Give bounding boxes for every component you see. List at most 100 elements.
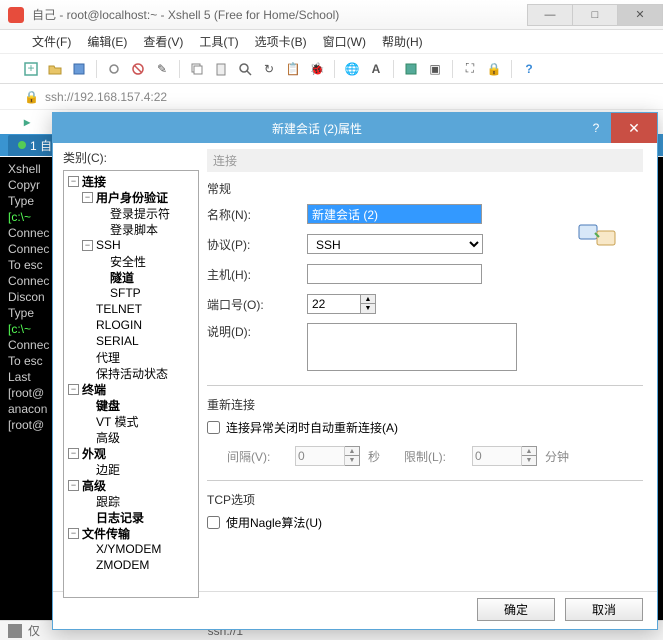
status-dot-icon <box>18 141 26 149</box>
interval-input <box>295 446 345 466</box>
spin-up-icon[interactable]: ▲ <box>361 295 375 304</box>
tree-node[interactable]: 代理 <box>64 349 198 365</box>
tree-node[interactable]: −连接 <box>64 173 198 189</box>
name-input[interactable] <box>307 204 482 224</box>
history-icon[interactable]: ↻ <box>258 58 280 80</box>
main-titlebar: 自己 - root@localhost:~ - Xshell 5 (Free f… <box>0 0 663 30</box>
tree-node[interactable]: 隧道 <box>64 269 198 285</box>
menu-view[interactable]: 查看(V) <box>135 33 191 50</box>
port-label: 端口号(O): <box>207 296 307 313</box>
protocol-label: 协议(P): <box>207 236 307 253</box>
tree-node[interactable]: 登录脚本 <box>64 221 198 237</box>
tree-node-label: 登录提示符 <box>110 205 170 222</box>
address-bar[interactable]: 🔒 ssh://192.168.157.4:22 <box>0 84 663 110</box>
tree-node[interactable]: 键盘 <box>64 397 198 413</box>
description-textarea[interactable] <box>307 323 517 371</box>
fullscreen-icon[interactable]: ⛶ <box>459 58 481 80</box>
limit-input <box>472 446 522 466</box>
clipboard-icon[interactable]: 📋 <box>282 58 304 80</box>
tree-node[interactable]: RLOGIN <box>64 317 198 333</box>
interval-label: 间隔(V): <box>227 448 287 465</box>
port-spinner[interactable]: ▲▼ <box>361 294 376 314</box>
tree-toggle-icon[interactable]: − <box>68 480 79 491</box>
tree-toggle-icon[interactable]: − <box>82 192 93 203</box>
tree-node[interactable]: 登录提示符 <box>64 205 198 221</box>
spin-down-icon[interactable]: ▼ <box>361 304 375 313</box>
reconnect-group-label: 重新连接 <box>207 396 643 413</box>
pencil-icon[interactable]: ✎ <box>151 58 173 80</box>
lock-icon[interactable]: 🔒 <box>483 58 505 80</box>
save-icon[interactable] <box>68 58 90 80</box>
script-icon[interactable]: 🐞 <box>306 58 328 80</box>
tree-toggle-icon[interactable]: − <box>82 240 93 251</box>
color-icon[interactable] <box>400 58 422 80</box>
port-input[interactable] <box>307 294 361 314</box>
add-tab-icon[interactable]: ▸ <box>24 115 30 129</box>
tree-node[interactable]: SFTP <box>64 285 198 301</box>
tree-node[interactable]: −高级 <box>64 477 198 493</box>
tree-node[interactable]: TELNET <box>64 301 198 317</box>
tree-node[interactable]: −用户身份验证 <box>64 189 198 205</box>
tree-node[interactable]: 高级 <box>64 429 198 445</box>
dialog-close-button[interactable]: ✕ <box>611 113 657 143</box>
close-button[interactable]: ✕ <box>617 4 663 26</box>
dialog-help-button[interactable]: ? <box>581 113 611 143</box>
tree-toggle-icon[interactable]: − <box>68 448 79 459</box>
font-icon[interactable]: A <box>365 58 387 80</box>
menu-tabs[interactable]: 选项卡(B) <box>247 33 315 50</box>
maximize-button[interactable]: □ <box>572 4 618 26</box>
desc-label: 说明(D): <box>207 323 307 340</box>
tree-node[interactable]: −外观 <box>64 445 198 461</box>
new-session-icon[interactable]: + <box>20 58 42 80</box>
tree-node-label: 用户身份验证 <box>96 189 168 206</box>
tree-node-label: 键盘 <box>96 397 120 414</box>
cancel-button[interactable]: 取消 <box>565 598 643 621</box>
tree-node[interactable]: X/YMODEM <box>64 541 198 557</box>
interval-spinner: ▲▼ <box>345 446 360 466</box>
menu-tools[interactable]: 工具(T) <box>191 33 246 50</box>
ok-button[interactable]: 确定 <box>477 598 555 621</box>
tree-toggle-icon[interactable]: − <box>68 528 79 539</box>
status-icon <box>8 624 22 638</box>
tree-node[interactable]: VT 模式 <box>64 413 198 429</box>
tree-node[interactable]: SERIAL <box>64 333 198 349</box>
tcp-group-label: TCP选项 <box>207 491 643 508</box>
menu-help[interactable]: 帮助(H) <box>374 33 431 50</box>
open-icon[interactable] <box>44 58 66 80</box>
dialog-title: 新建会话 (2)属性 <box>53 120 581 137</box>
tree-node-label: 安全性 <box>110 253 146 270</box>
auto-reconnect-checkbox[interactable] <box>207 421 220 434</box>
protocol-select[interactable]: SSH <box>307 234 483 254</box>
menu-file[interactable]: 文件(F) <box>24 33 79 50</box>
search-icon[interactable] <box>234 58 256 80</box>
nagle-checkbox[interactable] <box>207 516 220 529</box>
menu-edit[interactable]: 编辑(E) <box>79 33 135 50</box>
tree-toggle-icon[interactable]: − <box>68 176 79 187</box>
help-icon[interactable]: ? <box>518 58 540 80</box>
host-input[interactable] <box>307 264 482 284</box>
tree-node[interactable]: −SSH <box>64 237 198 253</box>
tree-node[interactable]: 安全性 <box>64 253 198 269</box>
tree-node-label: ZMODEM <box>96 558 149 572</box>
category-tree[interactable]: −连接−用户身份验证登录提示符登录脚本−SSH安全性隧道SFTPTELNETRL… <box>63 170 199 598</box>
tree-node[interactable]: 边距 <box>64 461 198 477</box>
tree-node-label: 连接 <box>82 173 106 190</box>
tree-toggle-icon[interactable]: − <box>68 384 79 395</box>
tree-node[interactable]: ZMODEM <box>64 557 198 573</box>
tree-node-label: 隧道 <box>110 269 134 286</box>
tree-node[interactable]: −文件传输 <box>64 525 198 541</box>
tree-node[interactable]: 日志记录 <box>64 509 198 525</box>
minimize-button[interactable]: — <box>527 4 573 26</box>
paste-icon[interactable] <box>210 58 232 80</box>
tree-node[interactable]: −终端 <box>64 381 198 397</box>
tree-node[interactable]: 保持活动状态 <box>64 365 198 381</box>
globe-icon[interactable]: 🌐 <box>341 58 363 80</box>
tree-node-label: TELNET <box>96 302 142 316</box>
limit-unit: 分钟 <box>545 448 573 465</box>
disconnect-icon[interactable] <box>127 58 149 80</box>
menu-window[interactable]: 窗口(W) <box>315 33 374 50</box>
terminal-icon[interactable]: ▣ <box>424 58 446 80</box>
tree-node[interactable]: 跟踪 <box>64 493 198 509</box>
reconnect-icon[interactable] <box>103 58 125 80</box>
copy-icon[interactable] <box>186 58 208 80</box>
